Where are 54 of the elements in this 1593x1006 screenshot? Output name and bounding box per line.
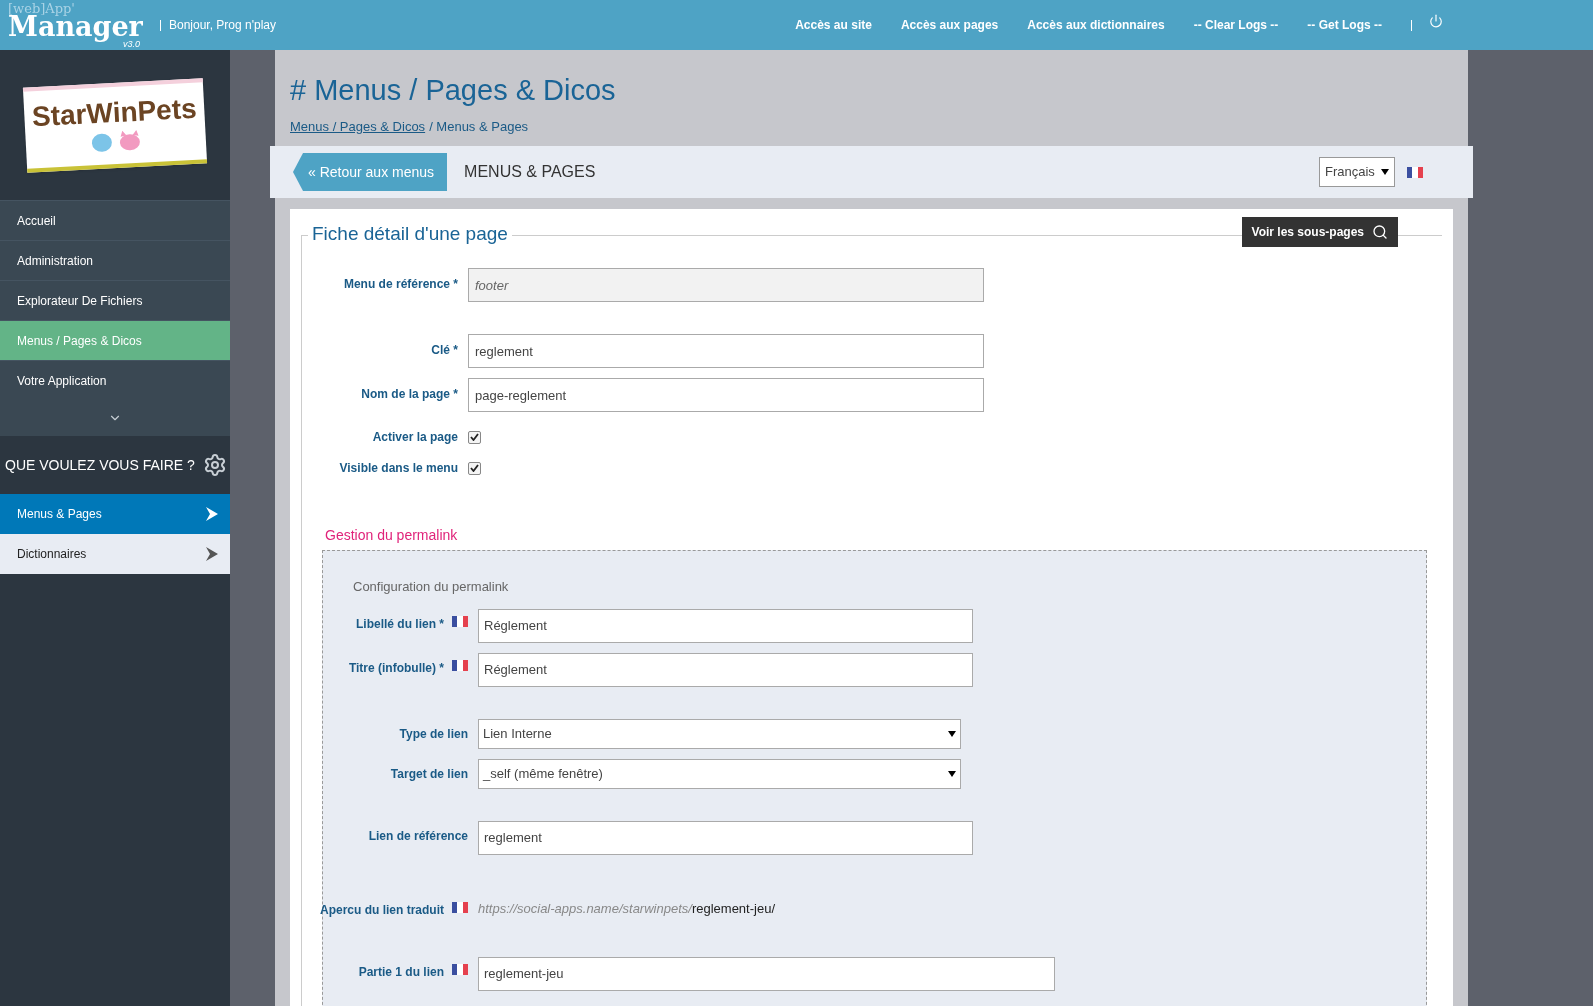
checkbox-label: Visible dans le menu	[338, 460, 458, 477]
arrow-icon	[206, 507, 218, 521]
caret-icon	[1381, 169, 1389, 175]
checkbox[interactable]	[468, 430, 481, 444]
french-flag-icon	[452, 963, 468, 975]
toolbar-heading: MENUS & PAGES	[464, 162, 596, 182]
brand-prefix: [web]App'	[8, 1, 75, 15]
text-field[interactable]: reglement	[478, 820, 973, 855]
section-title: QUE VOULEZ VOUS FAIRE ?	[5, 455, 195, 475]
checkbox-label: Activer la page	[371, 429, 458, 446]
field-label: Partie 1 du lien	[358, 963, 444, 981]
arrow-icon	[206, 547, 218, 561]
logo-text: StarWinPets	[31, 93, 198, 131]
panel-subtitle: Configuration du permalink	[353, 578, 510, 596]
text-field[interactable]: reglement-jeu	[478, 956, 1055, 991]
field-label: Titre (infobulle) *	[348, 659, 444, 677]
breadcrumb-current: / Menus & Pages	[429, 118, 529, 136]
field-label: Target de lien	[390, 765, 468, 783]
field-label: Clé *	[430, 342, 458, 359]
sidebar-action[interactable]: Menus & Pages	[0, 494, 230, 534]
checkmark-icon	[470, 433, 479, 441]
search-icon	[1372, 224, 1388, 240]
field-label: Lien de référence	[368, 827, 468, 845]
subpages-button[interactable]: Voir les sous-pages	[1241, 217, 1398, 247]
text-field[interactable]: Réglement	[478, 608, 973, 643]
breadcrumb-link[interactable]: Menus / Pages & Dicos	[290, 117, 426, 137]
caret-icon	[948, 770, 956, 777]
field-label: Nom de la page *	[360, 386, 458, 403]
gear-icon	[202, 453, 227, 477]
power-icon[interactable]	[1429, 14, 1443, 28]
french-flag-icon	[1407, 166, 1423, 178]
form-legend: Fiche détail d'une page	[308, 224, 512, 243]
dropdown-select[interactable]: _self (même fenêtre)	[478, 758, 961, 789]
field-label: Menu de référence *	[342, 276, 458, 293]
language-select[interactable]: Français	[1319, 157, 1395, 187]
caret-icon	[948, 730, 956, 737]
field-label: Type de lien	[399, 725, 468, 743]
sidebar-action[interactable]: Dictionnaires	[0, 534, 230, 574]
page-title: # Menus / Pages & Dicos	[290, 76, 617, 105]
french-flag-icon	[452, 901, 468, 913]
text-field[interactable]: Réglement	[478, 652, 973, 687]
field-label: Libellé du lien *	[356, 615, 444, 633]
section-heading: Gestion du permalink	[325, 526, 459, 545]
checkmark-icon	[470, 464, 479, 472]
dropdown-select[interactable]: Lien Interne	[478, 718, 961, 749]
french-flag-icon	[452, 615, 468, 627]
text-field[interactable]: reglement	[468, 334, 984, 368]
greeting-text: Bonjour, Prog n'play	[169, 17, 277, 34]
brand-version: v3.0	[123, 39, 140, 49]
checkbox[interactable]	[468, 461, 481, 475]
url-preview: https://social-apps.name/starwinpets/reglement-jeu/	[478, 899, 775, 918]
french-flag-icon	[452, 659, 468, 671]
field-label: Apercu du lien traduit	[320, 901, 444, 919]
text-field[interactable]: page-reglement	[468, 378, 984, 412]
